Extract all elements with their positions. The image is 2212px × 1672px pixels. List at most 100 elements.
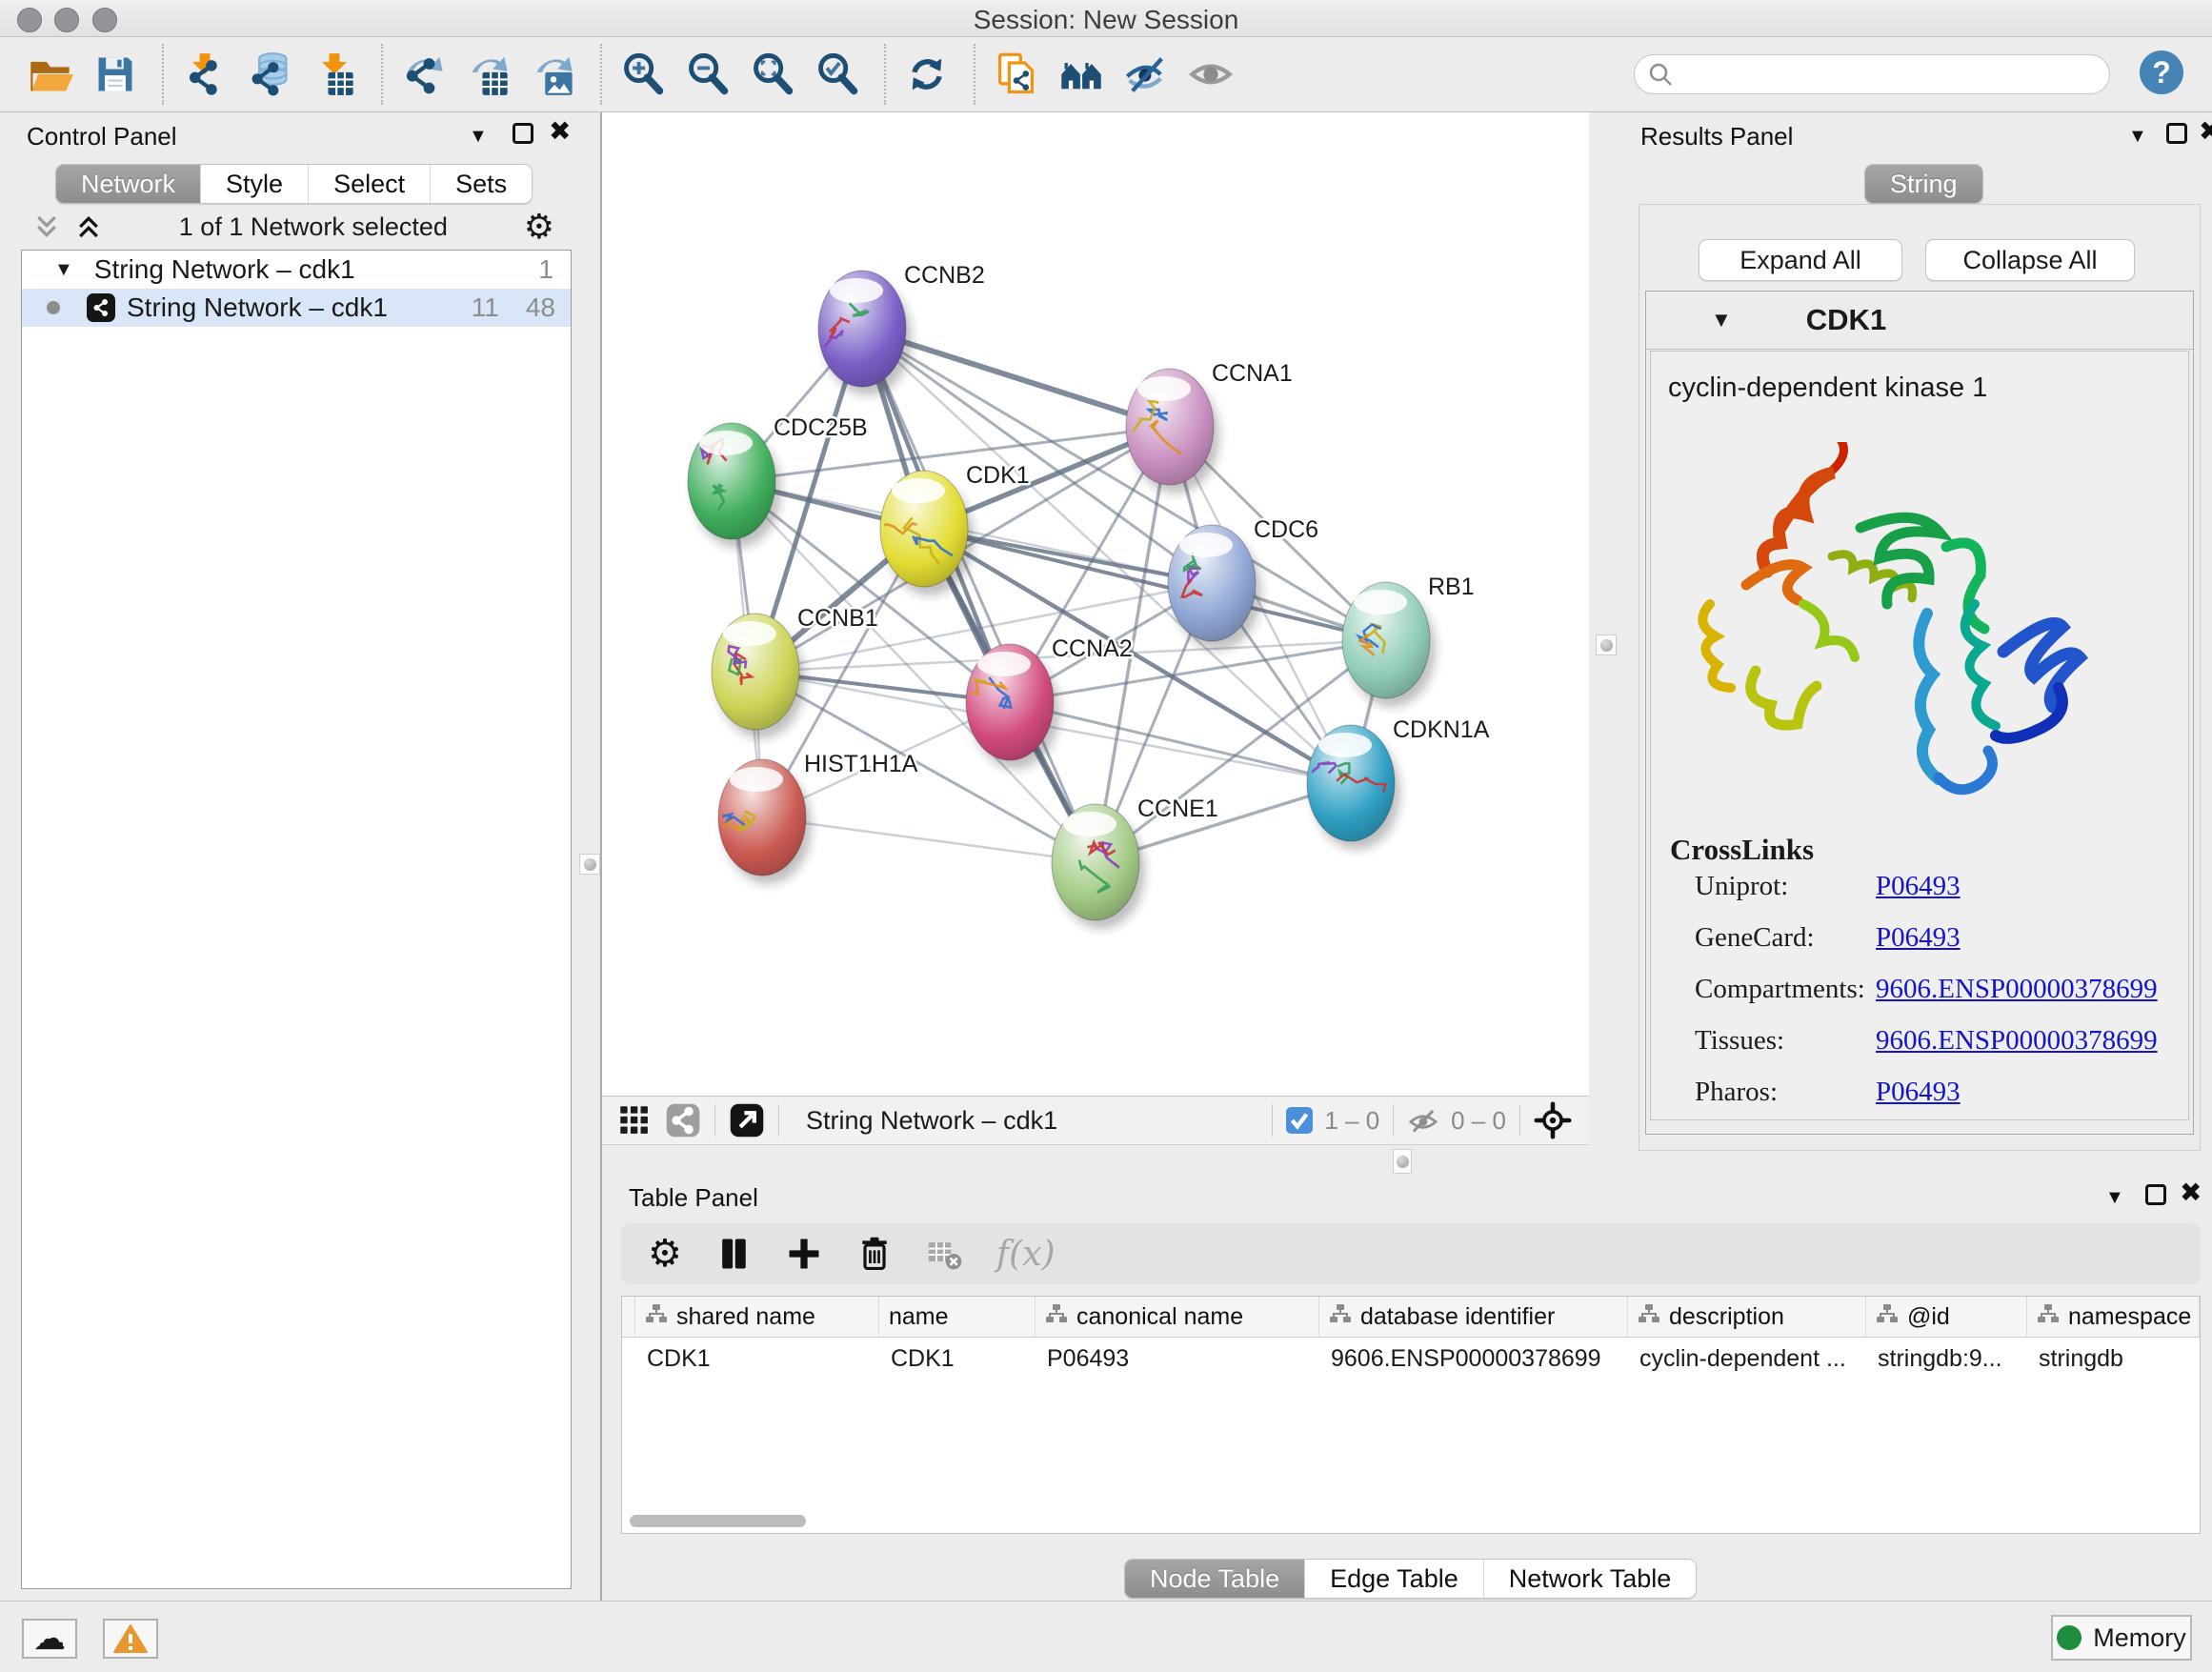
import-table-from-file-button[interactable]	[309, 48, 360, 101]
hidden-eye-icon[interactable]	[1407, 1104, 1439, 1137]
panel-menu-arrow-icon[interactable]: ▼	[469, 126, 488, 148]
export-network-button[interactable]	[398, 48, 450, 101]
help-button[interactable]: ?	[2140, 50, 2183, 94]
table-row[interactable]: CDK1CDK1P064939606.ENSP00000378699cyclin…	[622, 1338, 2200, 1380]
delete-table-button[interactable]	[926, 1235, 964, 1273]
grid-view-button[interactable]	[617, 1103, 652, 1138]
add-column-button[interactable]	[785, 1235, 823, 1273]
search-box[interactable]	[1634, 54, 2110, 94]
import-network-from-file-button[interactable]	[179, 48, 231, 101]
network-overview-button[interactable]	[1056, 48, 1107, 101]
panel-float-icon[interactable]	[513, 123, 533, 144]
show-hidden-button[interactable]	[1185, 48, 1237, 101]
cell-canonical-name[interactable]: P06493	[1036, 1345, 1319, 1373]
column-header-database-identifier[interactable]: database identifier	[1319, 1297, 1628, 1337]
edge-CCNB2-CCNE1[interactable]	[862, 329, 1096, 862]
apply-function-button[interactable]: f(x)	[996, 1235, 1056, 1274]
node-CDKN1A[interactable]	[1307, 725, 1400, 850]
panel-float-icon[interactable]	[2166, 123, 2187, 144]
edge-CDK1-RB1[interactable]	[924, 529, 1386, 640]
delete-columns-button[interactable]	[855, 1235, 894, 1273]
network-row[interactable]: String Network – cdk1 11 48	[22, 289, 571, 327]
table-settings-button[interactable]: ⚙	[648, 1235, 682, 1273]
panel-close-icon[interactable]: ✖	[549, 121, 571, 142]
panel-menu-arrow-icon[interactable]: ▼	[2128, 126, 2147, 148]
tab-edge-table[interactable]: Edge Table	[1304, 1560, 1483, 1598]
tab-style[interactable]: Style	[200, 165, 308, 203]
panel-close-icon[interactable]: ✖	[2180, 1182, 2202, 1203]
node-CDK1[interactable]	[875, 471, 974, 595]
crosslink-link[interactable]: P06493	[1876, 871, 1961, 902]
export-image-button[interactable]	[528, 48, 579, 101]
node-CDC6[interactable]	[1168, 525, 1261, 650]
collection-disclosure-icon[interactable]: ▼	[54, 259, 73, 281]
open-file-button[interactable]	[25, 48, 76, 101]
gene-section-header[interactable]: ▼ CDK1	[1646, 292, 2193, 350]
cell-description[interactable]: cyclin-dependent ...	[1628, 1345, 1866, 1373]
gene-disclosure-icon[interactable]: ▼	[1711, 308, 1732, 332]
cell-name[interactable]: CDK1	[879, 1345, 1036, 1373]
clone-network-button[interactable]	[991, 48, 1042, 101]
selected-checkbox-icon[interactable]	[1286, 1107, 1313, 1134]
node-CCNE1[interactable]	[1052, 804, 1145, 929]
collapse-all-button[interactable]: Collapse All	[1925, 239, 2135, 281]
column-header-namespace[interactable]: namespace	[2027, 1297, 2200, 1337]
tab-node-table[interactable]: Node Table	[1125, 1560, 1304, 1598]
network-canvas[interactable]: CCNB2CCNA1CDC25BCDK1CDC6RB1CCNB1CCNA2CDK…	[602, 112, 1589, 1096]
refresh-view-button[interactable]	[901, 48, 953, 101]
tab-string[interactable]: String	[1865, 165, 1982, 203]
cell-database-identifier[interactable]: 9606.ENSP00000378699	[1319, 1345, 1628, 1373]
node-CCNB1[interactable]	[712, 614, 805, 738]
tab-select[interactable]: Select	[308, 165, 430, 203]
tab-sets[interactable]: Sets	[430, 165, 532, 203]
panel-float-icon[interactable]	[2145, 1184, 2166, 1205]
bottom-splitter-handle[interactable]	[1393, 1149, 1412, 1174]
expand-all-chevrons-icon[interactable]	[74, 212, 103, 241]
crosslink-link[interactable]: P06493	[1876, 1077, 1961, 1108]
crosslink-link[interactable]: 9606.ENSP00000378699	[1876, 1025, 2158, 1057]
cloud-button[interactable]: ☁	[22, 1619, 77, 1659]
node-RB1[interactable]	[1342, 582, 1436, 707]
open-in-new-window-button[interactable]	[729, 1102, 765, 1138]
cell-namespace[interactable]: stringdb	[2027, 1345, 2200, 1373]
collapse-all-chevrons-icon[interactable]	[32, 212, 61, 241]
zoom-out-button[interactable]	[682, 48, 734, 101]
column-header-shared-name[interactable]: shared name	[635, 1297, 879, 1337]
zoom-selected-button[interactable]	[812, 48, 863, 101]
zoom-in-button[interactable]	[617, 48, 669, 101]
edge-HIST1H1A-CCNE1[interactable]	[762, 817, 1096, 862]
node-table[interactable]: shared namenamecanonical namedatabase id…	[621, 1296, 2201, 1534]
cell-@id[interactable]: stringdb:9...	[1866, 1345, 2027, 1373]
export-table-button[interactable]	[463, 48, 514, 101]
tab-network[interactable]: Network	[56, 165, 200, 203]
node-HIST1H1A[interactable]	[707, 759, 812, 884]
save-session-button[interactable]	[90, 48, 141, 101]
panel-menu-arrow-icon[interactable]: ▼	[2105, 1187, 2124, 1209]
node-CCNA2[interactable]	[958, 644, 1059, 769]
crosslink-link[interactable]: 9606.ENSP00000378699	[1876, 974, 2158, 1005]
import-network-from-database-button[interactable]	[244, 48, 295, 101]
left-splitter-handle[interactable]	[579, 854, 600, 875]
node-CCNB2[interactable]	[818, 271, 912, 395]
column-header-description[interactable]: description	[1628, 1297, 1866, 1337]
edge-CCNA2-CDKN1A[interactable]	[1010, 702, 1351, 783]
warnings-button[interactable]	[103, 1619, 158, 1659]
column-header-canonical-name[interactable]: canonical name	[1036, 1297, 1319, 1337]
column-header-name[interactable]: name	[879, 1297, 1036, 1337]
search-input[interactable]	[1673, 60, 2077, 89]
memory-button[interactable]: Memory	[2051, 1615, 2192, 1661]
panel-close-icon[interactable]: ✖	[2199, 121, 2212, 142]
crosslink-link[interactable]: P06493	[1876, 922, 1961, 954]
column-header-@id[interactable]: @id	[1866, 1297, 2027, 1337]
birdseye-view-button[interactable]	[1534, 1101, 1572, 1139]
network-options-gear-icon[interactable]: ⚙	[524, 208, 554, 247]
collection-row[interactable]: ▼ String Network – cdk1 1	[22, 251, 571, 289]
hide-selected-button[interactable]	[1120, 48, 1172, 101]
zoom-fit-content-button[interactable]	[747, 48, 798, 101]
right-splitter-handle[interactable]	[1596, 635, 1617, 655]
toggle-columns-button[interactable]	[714, 1235, 753, 1273]
tab-network-table[interactable]: Network Table	[1483, 1560, 1697, 1598]
expand-all-button[interactable]: Expand All	[1699, 239, 1902, 281]
node-CCNA1[interactable]	[1126, 369, 1219, 494]
cell-shared-name[interactable]: CDK1	[635, 1345, 879, 1373]
